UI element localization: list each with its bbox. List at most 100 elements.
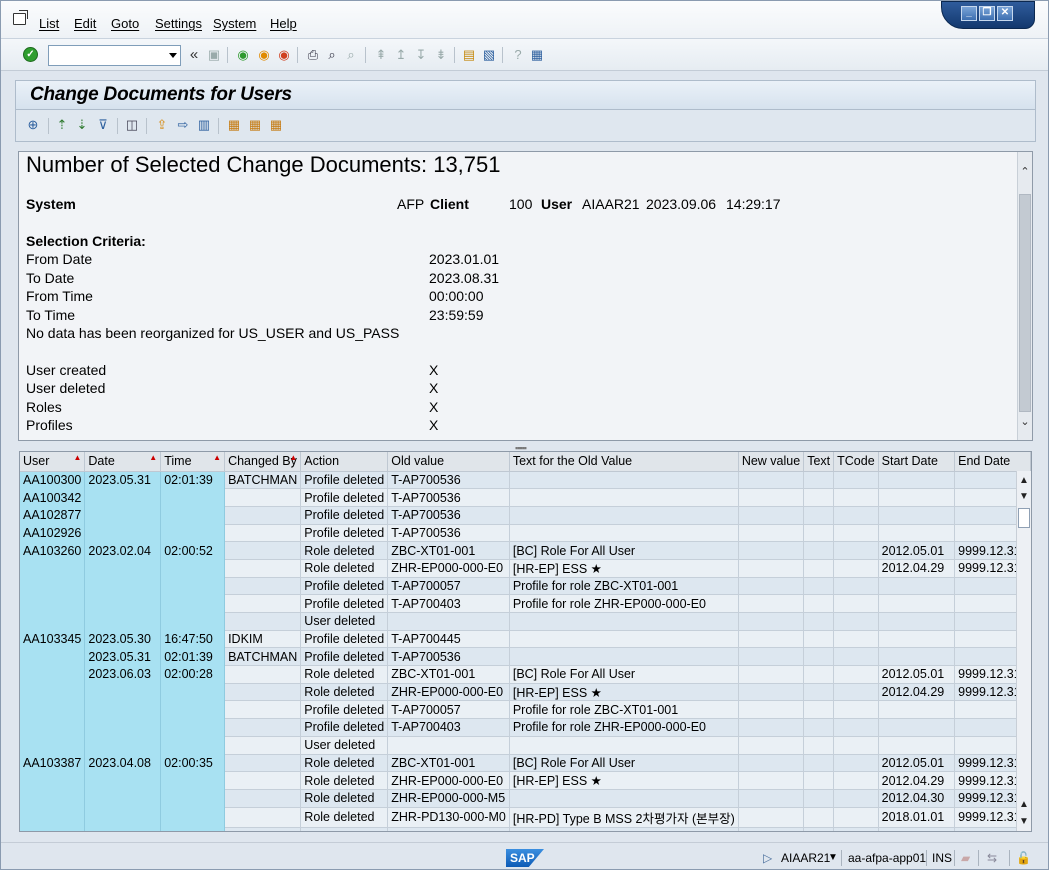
table-cell[interactable]: BATCHMAN bbox=[224, 647, 302, 667]
table-cell[interactable] bbox=[833, 827, 879, 831]
table-cell[interactable] bbox=[509, 524, 739, 543]
table-cell[interactable] bbox=[20, 665, 86, 684]
table-cell[interactable] bbox=[160, 612, 226, 631]
table-cell[interactable] bbox=[803, 559, 835, 578]
table-cell[interactable] bbox=[84, 559, 162, 578]
table-cell[interactable] bbox=[84, 771, 162, 790]
table-row[interactable]: AA100342 Profile deleted T-AP700536 bbox=[20, 488, 1031, 507]
table-cell[interactable] bbox=[833, 506, 879, 525]
table-cell[interactable] bbox=[803, 630, 835, 649]
table-cell[interactable]: User deleted bbox=[300, 736, 389, 755]
table-cell[interactable] bbox=[160, 524, 226, 542]
table-cell[interactable]: 2012.05.01 bbox=[878, 665, 956, 684]
table-cell[interactable]: [BC] Role For All User bbox=[509, 665, 739, 684]
table-cell[interactable]: IDKIM bbox=[224, 630, 302, 649]
restore-icon[interactable]: ❐ bbox=[979, 6, 995, 21]
table-cell[interactable] bbox=[878, 471, 956, 490]
column-header[interactable]: Text for the Old Value bbox=[509, 452, 739, 472]
table-row[interactable]: Role deleted ZHR-EP000-000-E0 [HR-EP] ESS … bbox=[20, 559, 1031, 578]
table-cell[interactable] bbox=[84, 718, 162, 737]
table-row[interactable]: User deleted bbox=[20, 612, 1031, 631]
table-cell[interactable] bbox=[803, 541, 835, 560]
table-cell[interactable] bbox=[738, 594, 805, 613]
table-cell[interactable] bbox=[738, 718, 805, 737]
table-row[interactable]: AA100300 2023.05.31 02:01:39 BATCHMAN Profil… bbox=[20, 471, 1031, 490]
table-cell[interactable] bbox=[84, 683, 162, 701]
table-cell[interactable]: T-AP700536 bbox=[387, 488, 510, 507]
table-cell[interactable]: Profile for role ZBC-XT01-001 bbox=[509, 700, 739, 720]
table-cell[interactable] bbox=[20, 559, 86, 578]
table-cell[interactable] bbox=[160, 736, 226, 754]
table-cell[interactable] bbox=[509, 736, 739, 755]
scroll-up-icon[interactable]: ▲ bbox=[1019, 799, 1029, 810]
chevron-up-icon[interactable]: ⌃ bbox=[1020, 166, 1030, 178]
table-cell[interactable]: T-AP700403 bbox=[387, 594, 510, 613]
sort-descending-icon[interactable]: ⇣ bbox=[74, 117, 90, 133]
table-cell[interactable] bbox=[803, 612, 835, 631]
table-cell[interactable] bbox=[833, 541, 879, 560]
table-cell[interactable] bbox=[803, 594, 835, 613]
column-header[interactable]: Time ▲ bbox=[160, 452, 226, 472]
table-cell[interactable] bbox=[803, 827, 835, 831]
table-cell[interactable] bbox=[738, 541, 805, 560]
table-cell[interactable] bbox=[738, 506, 805, 525]
table-cell[interactable] bbox=[833, 612, 879, 631]
table-cell[interactable] bbox=[224, 754, 302, 773]
table-cell[interactable]: [HR-PD] Type B MSS 2차평가자 (본부장) bbox=[509, 807, 739, 828]
table-cell[interactable]: ZHR-PD130-000-M0 bbox=[387, 807, 510, 828]
table-cell[interactable] bbox=[20, 736, 86, 754]
table-cell[interactable]: 2012.04.30 bbox=[878, 789, 956, 808]
column-header[interactable]: Text bbox=[803, 452, 835, 472]
column-header[interactable]: User ▲ bbox=[20, 452, 86, 472]
export-icon[interactable]: ⇪ bbox=[154, 117, 170, 133]
table-cell[interactable]: [BC] Role For All User bbox=[509, 541, 739, 560]
table-cell[interactable] bbox=[738, 700, 805, 720]
table-cell[interactable] bbox=[84, 488, 162, 507]
table-cell[interactable]: T-AP700403 bbox=[387, 718, 510, 737]
table-cell[interactable]: Profile deleted bbox=[300, 524, 389, 543]
table-cell[interactable]: Profile deleted bbox=[300, 700, 389, 720]
scroll-thumb[interactable] bbox=[1018, 508, 1030, 528]
table-cell[interactable]: User deleted bbox=[300, 612, 389, 631]
table-cell[interactable]: 2023.05.30 bbox=[84, 630, 162, 648]
table-cell[interactable]: T-AP700057 bbox=[387, 577, 510, 596]
table-cell[interactable]: ZHR-EP000-000-E0 bbox=[387, 771, 510, 790]
table-cell[interactable]: Profile deleted bbox=[300, 577, 389, 596]
table-cell[interactable] bbox=[878, 488, 956, 507]
table-cell[interactable] bbox=[160, 488, 226, 507]
table-cell[interactable] bbox=[803, 665, 835, 684]
table-cell[interactable] bbox=[20, 577, 86, 595]
table-cell[interactable] bbox=[160, 700, 226, 719]
minimize-icon[interactable]: _ bbox=[961, 6, 977, 21]
table-cell[interactable] bbox=[509, 647, 739, 667]
table-cell[interactable] bbox=[833, 789, 879, 808]
table-cell[interactable] bbox=[20, 771, 86, 790]
table-cell[interactable] bbox=[84, 827, 162, 831]
table-cell[interactable] bbox=[738, 577, 805, 596]
save-layout-icon[interactable]: ▦ bbox=[268, 117, 284, 133]
table-cell[interactable]: 2012.04.29 bbox=[878, 771, 956, 790]
table-cell[interactable] bbox=[160, 827, 226, 831]
table-cell[interactable] bbox=[803, 700, 835, 720]
table-cell[interactable]: Profile for role ZHR-EP000-000-E0 bbox=[509, 718, 739, 737]
table-cell[interactable] bbox=[833, 683, 879, 702]
table-row[interactable]: Profile deleted T-AP700403 Profile for rol… bbox=[20, 718, 1031, 737]
table-cell[interactable]: ZBC-XT01-001 bbox=[387, 541, 510, 560]
status-toggle-icon[interactable]: ▷ bbox=[763, 851, 772, 865]
menu-help[interactable]: Help bbox=[270, 16, 297, 31]
table-cell[interactable] bbox=[738, 665, 805, 684]
table-cell[interactable] bbox=[224, 559, 302, 578]
table-cell[interactable] bbox=[160, 771, 226, 790]
table-cell[interactable]: Profile for role ZHR-EP000-000-E0 bbox=[509, 594, 739, 613]
print-icon[interactable]: ⎙ bbox=[305, 47, 321, 62]
table-cell[interactable]: 2023.05.31 bbox=[84, 647, 162, 666]
table-cell[interactable] bbox=[84, 524, 162, 542]
column-header[interactable]: Changed By ▲ bbox=[224, 452, 302, 472]
table-cell[interactable] bbox=[738, 559, 805, 578]
table-cell[interactable] bbox=[738, 807, 805, 828]
table-cell[interactable] bbox=[224, 700, 302, 720]
table-cell[interactable]: BATCHMAN bbox=[224, 471, 302, 490]
table-cell[interactable] bbox=[84, 807, 162, 828]
table-cell[interactable] bbox=[20, 594, 86, 613]
table-cell[interactable] bbox=[20, 807, 86, 828]
